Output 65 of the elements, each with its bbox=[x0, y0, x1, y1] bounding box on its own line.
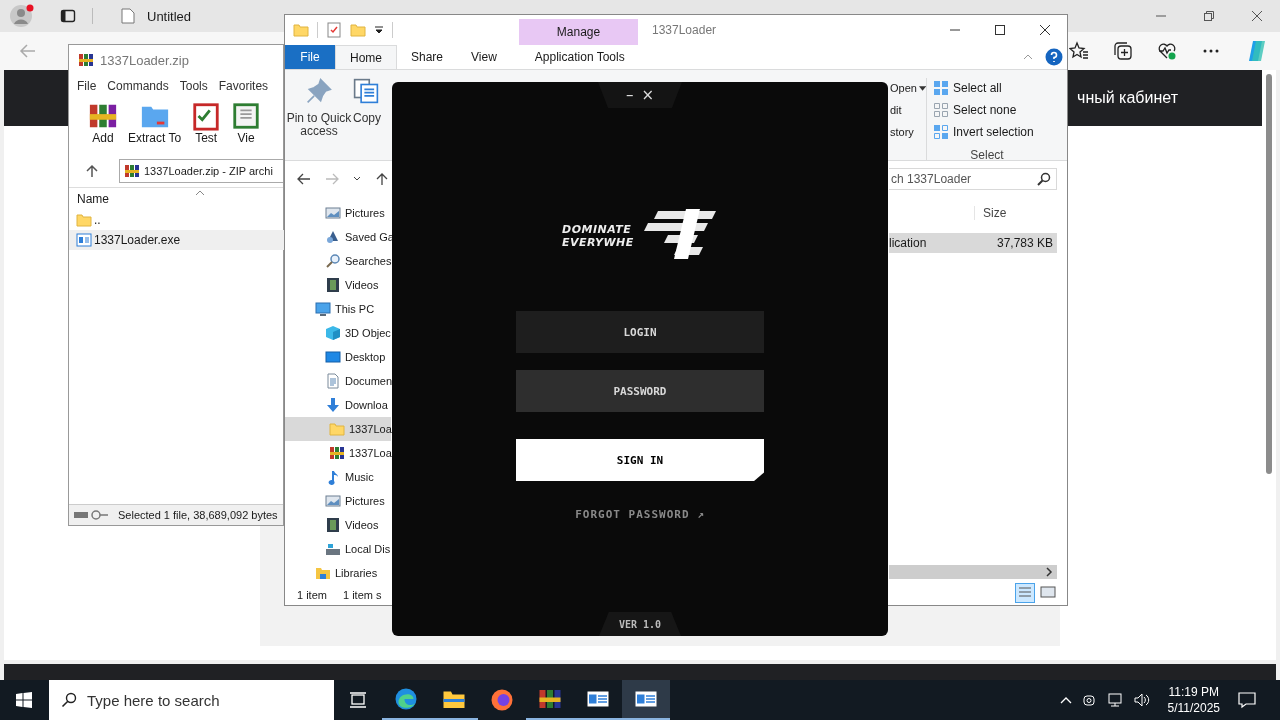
ribbon-button[interactable]: Copy bbox=[353, 78, 383, 125]
path-field[interactable]: 1337Loader.zip - ZIP archi bbox=[119, 159, 283, 183]
nav-item[interactable]: Desktop bbox=[285, 345, 391, 369]
nav-item[interactable]: Searches bbox=[285, 249, 391, 273]
nav-item[interactable]: Videos bbox=[285, 513, 391, 537]
header-link[interactable]: чный кабинет bbox=[1077, 89, 1178, 107]
input-field[interactable]: LOGIN bbox=[516, 311, 764, 353]
toolbar-button[interactable]: Test bbox=[191, 101, 222, 155]
sign-in-button[interactable]: SIGN IN bbox=[516, 439, 764, 481]
ribbon-button[interactable]: Pin to Quick access bbox=[285, 78, 353, 138]
menu-item[interactable]: Tools bbox=[179, 79, 208, 93]
ribbon-tab[interactable]: Home bbox=[335, 45, 397, 69]
logo-text: DOMINATE bbox=[562, 223, 633, 236]
ribbon-tab[interactable]: Share bbox=[397, 45, 458, 69]
toolbar-button[interactable]: Add bbox=[88, 101, 118, 155]
status-text: Selected 1 file, 38,689,092 bytes bbox=[118, 509, 278, 521]
nav-item[interactable]: 3D Objec bbox=[285, 321, 391, 345]
nav-item[interactable]: This PC bbox=[285, 297, 391, 321]
column-header[interactable]: Size bbox=[974, 206, 1057, 220]
context-label: Manage bbox=[556, 25, 601, 39]
file-tab[interactable]: File bbox=[285, 45, 335, 69]
ribbon-button[interactable]: Select all bbox=[933, 80, 1041, 96]
browser-tab[interactable]: Untitled bbox=[111, 0, 202, 32]
file-row[interactable]: 1337Loader.exe bbox=[69, 230, 284, 250]
nav-item[interactable]: Downloa bbox=[285, 393, 391, 417]
minimize-button[interactable]: – bbox=[625, 86, 634, 104]
menu-item[interactable]: Commands bbox=[107, 79, 169, 93]
forgot-password-link[interactable]: FORGOT PASSWORD ↗ bbox=[575, 508, 705, 521]
nav-item[interactable]: Libraries bbox=[285, 561, 391, 585]
ribbon-tab[interactable]: Application Tools bbox=[520, 45, 639, 69]
ribbon-button[interactable]: Select none bbox=[933, 102, 1041, 118]
clock-date: 5/11/2025 bbox=[1167, 700, 1220, 716]
menu-item[interactable]: File bbox=[77, 79, 97, 93]
nav-item[interactable]: Documen bbox=[285, 369, 391, 393]
ribbon-button[interactable]: Invert selection bbox=[933, 124, 1041, 140]
toolbar-button[interactable]: Vie bbox=[231, 101, 262, 155]
nav-item[interactable]: 1337Loa bbox=[285, 441, 391, 465]
column-header[interactable]: Name bbox=[77, 192, 109, 206]
file-row[interactable]: lication 37,783 KB bbox=[889, 233, 1057, 253]
close-button[interactable]: × bbox=[641, 86, 655, 104]
toolbar-button[interactable]: Extract To bbox=[128, 101, 182, 155]
file-row[interactable]: .. bbox=[69, 210, 284, 230]
clock-time: 11:19 PM bbox=[1168, 684, 1219, 700]
ribbon-tab[interactable]: View bbox=[457, 45, 511, 69]
version-label: VER 1.0 bbox=[618, 618, 662, 630]
nav-item[interactable]: 1337Loa bbox=[285, 417, 391, 441]
search-field[interactable]: ch 1337Loader bbox=[889, 168, 1057, 190]
nav-item[interactable]: Videos bbox=[285, 273, 391, 297]
clock[interactable]: 11:19 PM 5/11/2025 bbox=[1167, 684, 1220, 716]
ribbon-button[interactable]: dit bbox=[890, 102, 926, 118]
window-title: 1337Loader.zip bbox=[100, 52, 189, 68]
window-title: 1337Loader bbox=[652, 23, 717, 37]
menu-item[interactable]: Favorites bbox=[218, 79, 269, 93]
search-field[interactable]: Type here to search bbox=[49, 680, 334, 720]
nav-item[interactable]: Music bbox=[285, 465, 391, 489]
status-text: 1 item bbox=[297, 589, 327, 601]
ribbon-button[interactable]: story bbox=[890, 124, 926, 140]
group-label: Select bbox=[969, 148, 1005, 162]
input-field[interactable]: PASSWORD bbox=[516, 370, 764, 412]
status-text: 1 item s bbox=[342, 589, 382, 601]
nav-item[interactable]: Local Dis bbox=[285, 537, 391, 561]
ribbon-button[interactable]: Open bbox=[890, 80, 926, 96]
nav-item[interactable]: Pictures bbox=[285, 201, 391, 225]
nav-item[interactable]: Pictures bbox=[285, 489, 391, 513]
logo-text: EVERYWHE bbox=[562, 236, 635, 249]
